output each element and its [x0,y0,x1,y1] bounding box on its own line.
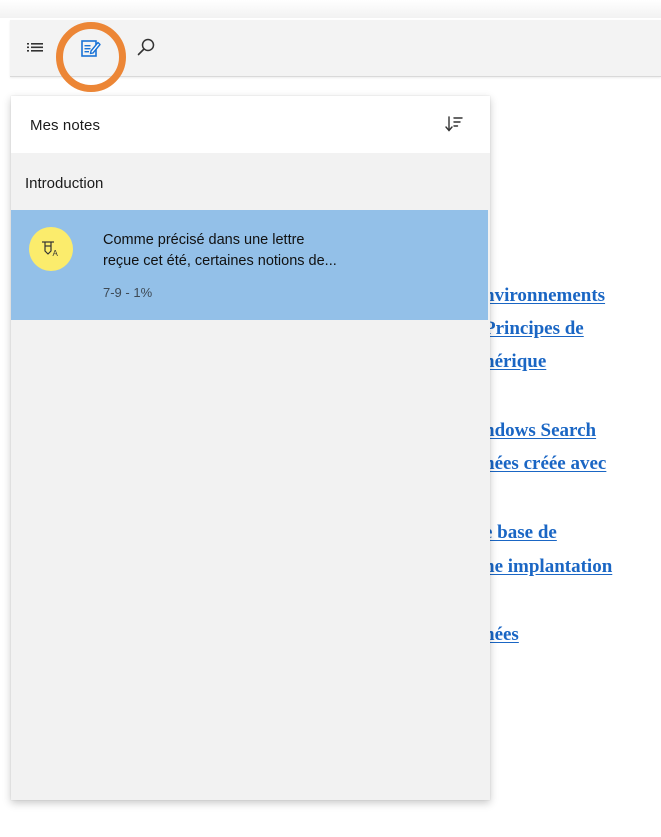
notes-button[interactable] [76,34,104,62]
sort-icon [445,116,463,132]
notes-panel: Mes notes Introduction A Comme précisé d… [11,96,490,800]
note-type-badge: A [29,227,73,271]
panel-title: Mes notes [30,117,101,134]
search-button[interactable] [132,34,160,62]
highlight-icon: A [42,241,59,258]
note-excerpt-line: Comme précisé dans une lettre [103,232,305,248]
note-excerpt: Comme précisé dans une lettre reçue cet … [103,230,473,272]
note-list-item[interactable]: A Comme précisé dans une lettre reçue ce… [11,210,488,320]
toc-link[interactable]: ndows Search [484,420,596,442]
notes-icon [81,40,101,57]
toc-link[interactable]: Principes de [484,318,584,340]
sort-button[interactable] [443,112,467,136]
notes-panel-header: Mes notes [11,96,490,153]
toc-link[interactable]: nvironnements [484,285,605,307]
table-of-contents-icon [27,43,43,52]
toc-link[interactable]: e base de [484,522,557,544]
toc-link[interactable]: nérique [484,351,546,373]
section-heading: Introduction [25,175,104,192]
toc-link[interactable]: nées créée avec [484,453,606,475]
note-location: 7-9 - 1% [103,285,153,300]
note-excerpt-line: reçue cet été, certaines notions de... [103,253,337,269]
toc-link[interactable]: ne implantation [484,556,612,578]
search-icon [137,38,155,56]
table-of-contents-button[interactable] [22,34,50,62]
window-top-strip [0,0,661,18]
svg-text:A: A [53,249,59,258]
reader-toolbar [10,20,661,92]
